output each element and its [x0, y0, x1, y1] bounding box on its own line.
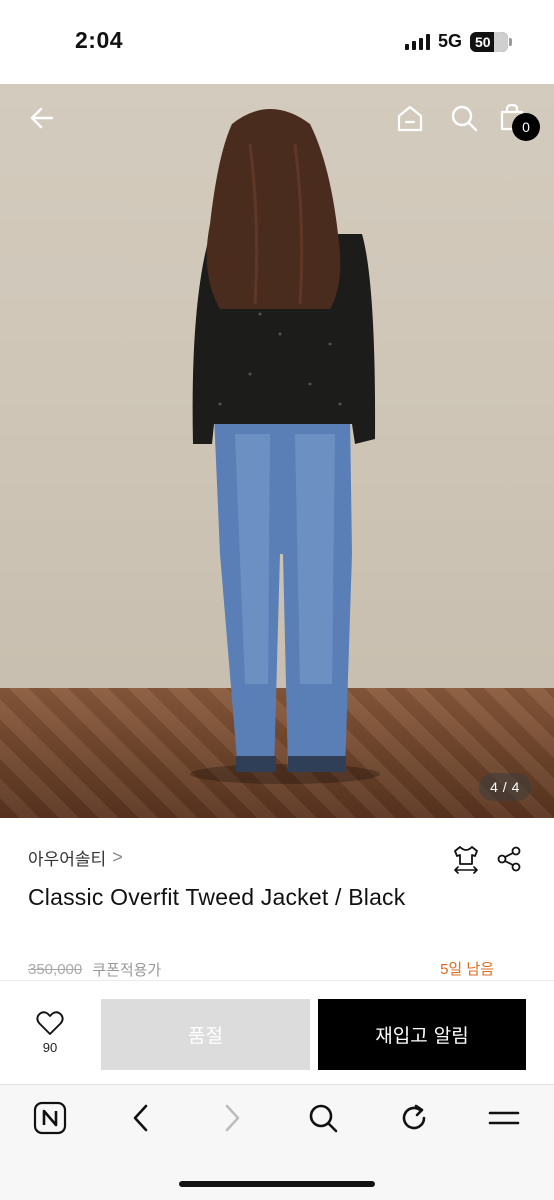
status-indicators: 5G 50 [404, 31, 512, 52]
menu-icon [488, 1111, 520, 1125]
wishlist-button[interactable]: 90 [28, 1010, 72, 1055]
back-button[interactable] [26, 102, 58, 134]
battery-level: 50 [475, 33, 491, 50]
share-button[interactable] [495, 845, 523, 878]
sold-out-button[interactable]: 품절 [101, 999, 310, 1070]
price-row: 350,000 쿠폰적용가 [28, 959, 161, 980]
brand-link[interactable]: 아우어솔티 > [28, 845, 123, 870]
gallery-page-indicator: 4 / 4 [479, 773, 531, 801]
search-button[interactable] [448, 102, 480, 134]
share-icon [497, 846, 521, 872]
browser-forward-button[interactable] [214, 1100, 250, 1136]
coupon-price-label: 쿠폰적용가 [92, 962, 162, 979]
size-guide-button[interactable] [451, 844, 481, 879]
forward-icon [225, 1104, 240, 1132]
search-icon [451, 105, 478, 132]
naver-home-icon [33, 1101, 67, 1135]
search-icon [309, 1104, 338, 1133]
battery-icon: 50 [470, 31, 512, 52]
home-icon [397, 105, 423, 132]
status-time: 2:04 [75, 27, 124, 53]
status-bar: 2:04 5G 50 [0, 0, 554, 84]
home-button[interactable] [394, 102, 426, 134]
model-figure [190, 109, 380, 784]
original-price: 350,000 [28, 961, 83, 978]
browser-refresh-button[interactable] [396, 1100, 432, 1136]
browser-menu-button[interactable] [486, 1100, 522, 1136]
home-indicator [179, 1181, 375, 1187]
network-type: 5G [437, 31, 462, 51]
naver-home-button[interactable] [32, 1100, 68, 1136]
signal-icon [404, 33, 430, 50]
cart-count-badge: 0 [512, 113, 540, 141]
restock-alert-button[interactable]: 재입고 알림 [318, 999, 526, 1070]
size-guide-shirt-icon [454, 846, 478, 874]
product-title: Classic Overfit Tweed Jacket / Black [28, 884, 406, 910]
heart-icon [36, 1011, 64, 1035]
back-icon [133, 1104, 148, 1132]
arrow-left-icon [30, 107, 54, 129]
browser-search-button[interactable] [305, 1100, 341, 1136]
wishlist-count: 90 [42, 1040, 58, 1055]
brand-name: 아우어솔티 [28, 850, 107, 869]
browser-back-button[interactable] [123, 1100, 159, 1136]
days-left-badge: 5일 남음 [440, 961, 494, 978]
chevron-right-icon: > [112, 847, 123, 867]
product-image[interactable] [0, 84, 554, 818]
refresh-icon [402, 1104, 426, 1130]
